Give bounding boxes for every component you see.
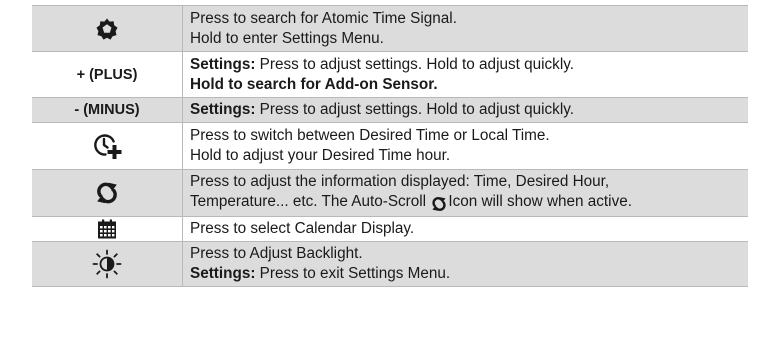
description-cell: Press to Adjust Backlight. Settings: Pre…: [182, 241, 748, 287]
bold-label: Settings:: [190, 101, 256, 118]
key-cell: [32, 169, 183, 217]
bold-label: Settings:: [190, 55, 256, 73]
description-line: Press to switch between Desired Time or …: [190, 127, 550, 144]
description-cell: Press to search for Atomic Time Signal. …: [182, 5, 748, 52]
backlight-icon: [92, 249, 122, 279]
description-line: Temperature... etc. The Auto-Scroll Icon…: [190, 192, 748, 215]
description-cell: Press to adjust the information displaye…: [182, 169, 748, 217]
description-line: Hold to enter Settings Menu.: [190, 29, 384, 47]
description-line: Settings: Press to exit Settings Menu.: [190, 264, 748, 284]
table-row: Press to adjust the information displaye…: [32, 169, 748, 217]
description-line: Settings: Press to adjust settings. Hold…: [190, 55, 748, 75]
description-text: Press to adjust settings. Hold to adjust…: [255, 55, 574, 73]
description-line: Press to select Calendar Display.: [190, 220, 415, 237]
table-row: Press to select Calendar Display.: [32, 216, 748, 242]
calendar-icon: [97, 219, 117, 239]
description-text: Press to exit Settings Menu.: [255, 265, 451, 282]
description-line: Press to adjust the information displaye…: [190, 172, 610, 190]
description-line: Settings: Press to adjust settings. Hold…: [190, 100, 748, 120]
description-text: Icon will show when active.: [448, 192, 632, 210]
button-function-table: Press to search for Atomic Time Signal. …: [32, 5, 748, 287]
gear-icon: [95, 18, 119, 40]
key-cell: - (MINUS): [32, 97, 183, 123]
key-cell: + (PLUS): [32, 51, 183, 98]
description-line: Press to search for Atomic Time Signal.: [190, 9, 457, 27]
key-cell: [32, 216, 183, 242]
description-text: Temperature... etc. The Auto-Scroll: [190, 192, 431, 210]
clock-plus-icon: [92, 134, 122, 159]
description-line: Hold to search for Add-on Sensor.: [190, 75, 438, 93]
table-row: Press to search for Atomic Time Signal. …: [32, 5, 748, 52]
description-text: Press to adjust settings. Hold to adjust…: [255, 101, 574, 118]
plus-key-label: + (PLUS): [76, 66, 138, 83]
description-line: Press to Adjust Backlight.: [190, 245, 363, 262]
description-cell: Settings: Press to adjust settings. Hold…: [182, 97, 748, 123]
table-row: Press to switch between Desired Time or …: [32, 122, 748, 170]
key-cell: [32, 241, 183, 287]
table-row: Press to Adjust Backlight. Settings: Pre…: [32, 241, 748, 287]
minus-key-label: - (MINUS): [74, 102, 140, 118]
auto-scroll-icon: [95, 182, 119, 204]
description-cell: Press to switch between Desired Time or …: [182, 122, 748, 170]
table-row: - (MINUS) Settings: Press to adjust sett…: [32, 97, 748, 123]
bold-label: Settings:: [190, 265, 256, 282]
description-line: Hold to adjust your Desired Time hour.: [190, 147, 451, 164]
description-cell: Settings: Press to adjust settings. Hold…: [182, 51, 748, 98]
key-cell: [32, 5, 183, 52]
auto-scroll-icon: [431, 195, 447, 215]
key-cell: [32, 122, 183, 170]
table-row: + (PLUS) Settings: Press to adjust setti…: [32, 51, 748, 98]
description-cell: Press to select Calendar Display.: [182, 216, 748, 242]
